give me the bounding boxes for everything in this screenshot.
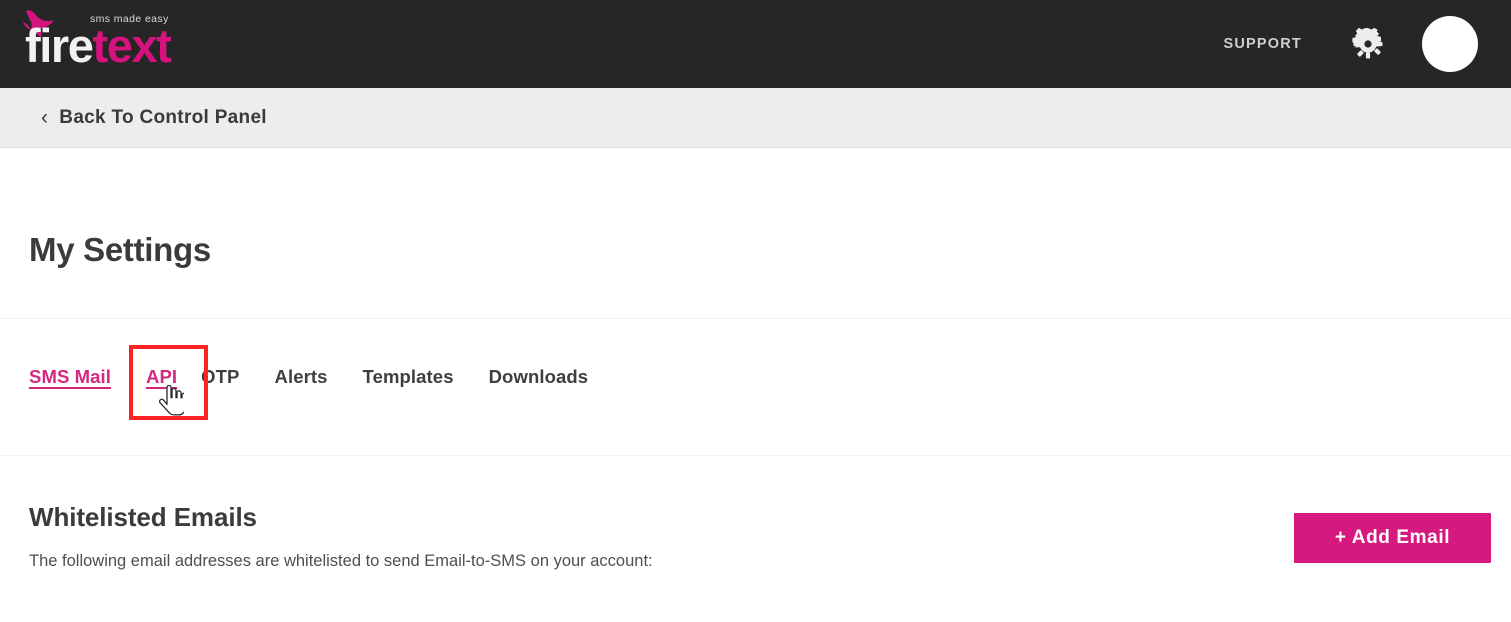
- gear-icon[interactable]: [1352, 28, 1384, 60]
- add-email-button[interactable]: + Add Email: [1294, 513, 1491, 563]
- logo-word-fire: fire: [25, 19, 94, 72]
- tab-downloads[interactable]: Downloads: [489, 365, 589, 391]
- main-content: My Settings SMS Mail API OTP Alerts Temp…: [0, 149, 1511, 622]
- chevron-left-icon: ‹: [41, 106, 49, 129]
- avatar[interactable]: [1422, 16, 1478, 72]
- back-to-control-panel-link[interactable]: ‹ Back To Control Panel: [41, 107, 267, 129]
- whitelisted-emails-section: Whitelisted Emails The following email a…: [29, 502, 1209, 576]
- sub-header-bar: ‹ Back To Control Panel: [0, 88, 1511, 148]
- tab-otp[interactable]: OTP: [201, 365, 239, 391]
- tab-sms-mail[interactable]: SMS Mail: [29, 365, 111, 391]
- section-title: Whitelisted Emails: [29, 502, 257, 532]
- tab-api-wrapper: API: [129, 345, 209, 420]
- support-link[interactable]: SUPPORT: [1224, 36, 1303, 52]
- section-description: The following email addresses are whitel…: [29, 552, 653, 570]
- tab-templates[interactable]: Templates: [363, 365, 454, 391]
- divider-above-tabs: [0, 318, 1511, 319]
- page-title: My Settings: [29, 231, 211, 268]
- logo-word-text: text: [92, 19, 172, 72]
- logo-wordmark: firetext: [25, 19, 172, 72]
- top-header: sms made easy firetext SUPPORT: [0, 0, 1511, 88]
- settings-tabs: SMS Mail API OTP Alerts Templates Downlo…: [29, 345, 623, 420]
- header-actions: SUPPORT: [1224, 0, 1511, 88]
- firetext-logo[interactable]: sms made easy firetext: [18, 6, 218, 80]
- pointer-hand-cursor-icon: [158, 385, 185, 416]
- divider-below-tabs: [0, 455, 1511, 456]
- tab-alerts[interactable]: Alerts: [275, 365, 328, 391]
- back-link-label: Back To Control Panel: [59, 106, 267, 128]
